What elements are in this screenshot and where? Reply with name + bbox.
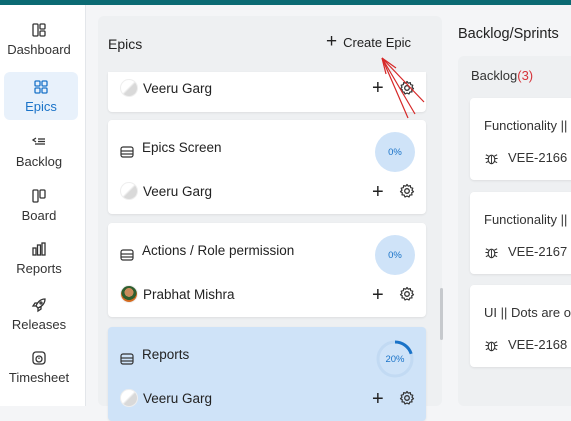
backlog-item-title: Functionality || bbox=[484, 118, 568, 133]
sidebar-item-label: Epics bbox=[25, 99, 57, 114]
assignee-name: Prabhat Mishra bbox=[143, 286, 235, 302]
rocket-icon bbox=[30, 296, 48, 314]
sidebar-item-label: Timesheet bbox=[8, 370, 70, 385]
backlog-item-title: UI || Dots are ov bbox=[484, 305, 571, 320]
progress-indicator: 20% bbox=[375, 339, 415, 379]
epic-title: Epics Screen bbox=[142, 140, 222, 155]
scrollbar[interactable] bbox=[440, 288, 443, 340]
sidebar-item-board[interactable]: Board bbox=[0, 181, 78, 229]
sidebar-item-label: Backlog bbox=[15, 154, 63, 169]
sidebar-item-timesheet[interactable]: Timesheet bbox=[0, 343, 78, 391]
backlog-panel: Backlog(3) Functionality || VEE-2166 Fun… bbox=[458, 56, 571, 406]
dashboard-icon bbox=[30, 21, 48, 39]
reports-icon bbox=[30, 240, 48, 258]
panel-title: Epics bbox=[108, 36, 143, 52]
epic-card-selected[interactable]: Reports 20% Veeru Garg + bbox=[108, 327, 426, 421]
epics-panel: Epics + Create Epic Veeru Garg + Epics S… bbox=[98, 16, 442, 421]
assignee: Prabhat Mishra bbox=[120, 285, 235, 303]
backlog-count: (3) bbox=[517, 68, 534, 83]
sidebar-item-label: Releases bbox=[11, 317, 67, 332]
sidebar-item-backlog[interactable]: Backlog bbox=[0, 127, 78, 175]
backlog-item-key: VEE-2168 bbox=[508, 337, 568, 352]
epic-icon bbox=[120, 353, 134, 365]
backlog-sprints-title: Backlog/Sprints bbox=[458, 26, 559, 42]
sidebar-item-reports[interactable]: Reports bbox=[0, 234, 78, 282]
sidebar-item-epics[interactable]: Epics bbox=[4, 72, 78, 120]
backlog-item[interactable]: Functionality || VEE-2167 bbox=[470, 192, 571, 274]
gear-icon[interactable] bbox=[399, 183, 415, 199]
sidebar-item-dashboard[interactable]: Dashboard bbox=[0, 15, 78, 63]
add-issue-button[interactable]: + bbox=[372, 182, 384, 202]
avatar bbox=[120, 79, 138, 97]
assignee-name: Veeru Garg bbox=[143, 183, 213, 199]
backlog-icon bbox=[30, 133, 48, 151]
plus-icon: + bbox=[326, 31, 338, 52]
avatar bbox=[120, 389, 138, 407]
avatar bbox=[120, 285, 138, 303]
backlog-item[interactable]: Functionality || VEE-2166 bbox=[470, 98, 571, 180]
epics-icon bbox=[32, 78, 50, 96]
backlog-item-key: VEE-2167 bbox=[508, 244, 568, 259]
sidebar-item-releases[interactable]: Releases bbox=[0, 290, 78, 338]
epic-icon bbox=[120, 146, 134, 158]
gear-icon[interactable] bbox=[399, 80, 415, 96]
assignee: Veeru Garg bbox=[120, 389, 212, 407]
epic-icon bbox=[120, 249, 134, 261]
bug-icon bbox=[485, 341, 498, 352]
add-issue-button[interactable]: + bbox=[372, 389, 384, 409]
add-issue-button[interactable]: + bbox=[372, 285, 384, 305]
backlog-item[interactable]: UI || Dots are ov VEE-2168 bbox=[470, 285, 571, 367]
sidebar-item-label: Dashboard bbox=[7, 42, 71, 57]
epic-title: Actions / Role permission bbox=[142, 243, 295, 258]
assignee: Veeru Garg bbox=[120, 79, 212, 97]
epic-title: Reports bbox=[142, 347, 190, 362]
avatar bbox=[120, 182, 138, 200]
bug-icon bbox=[485, 154, 498, 165]
timesheet-icon bbox=[30, 349, 48, 367]
sidebar-item-label: Reports bbox=[16, 261, 62, 276]
sidebar-item-label: Board bbox=[21, 208, 57, 223]
board-icon bbox=[30, 187, 48, 205]
epic-card[interactable]: Veeru Garg + bbox=[108, 72, 426, 112]
backlog-label: Backlog(3) bbox=[471, 68, 533, 83]
backlog-item-title: Functionality || bbox=[484, 212, 568, 227]
epic-card[interactable]: Epics Screen 0% Veeru Garg + bbox=[108, 120, 426, 214]
gear-icon[interactable] bbox=[399, 286, 415, 302]
assignee-name: Veeru Garg bbox=[143, 390, 213, 406]
bug-icon bbox=[485, 248, 498, 259]
gear-icon[interactable] bbox=[399, 390, 415, 406]
progress-indicator: 0% bbox=[375, 132, 415, 172]
progress-indicator: 0% bbox=[375, 235, 415, 275]
progress-label: 20% bbox=[385, 353, 405, 365]
add-issue-button[interactable]: + bbox=[372, 78, 384, 98]
assignee: Veeru Garg bbox=[120, 182, 212, 200]
create-epic-button[interactable]: + Create Epic bbox=[326, 31, 412, 52]
sidebar: Dashboard Epics Backlog Board Reports Re… bbox=[0, 5, 86, 406]
epic-card[interactable]: Actions / Role permission 0% Prabhat Mis… bbox=[108, 223, 426, 317]
backlog-item-key: VEE-2166 bbox=[508, 150, 568, 165]
create-epic-label: Create Epic bbox=[343, 34, 412, 50]
assignee-name: Veeru Garg bbox=[143, 80, 213, 96]
backlog-label-text: Backlog bbox=[471, 68, 518, 83]
